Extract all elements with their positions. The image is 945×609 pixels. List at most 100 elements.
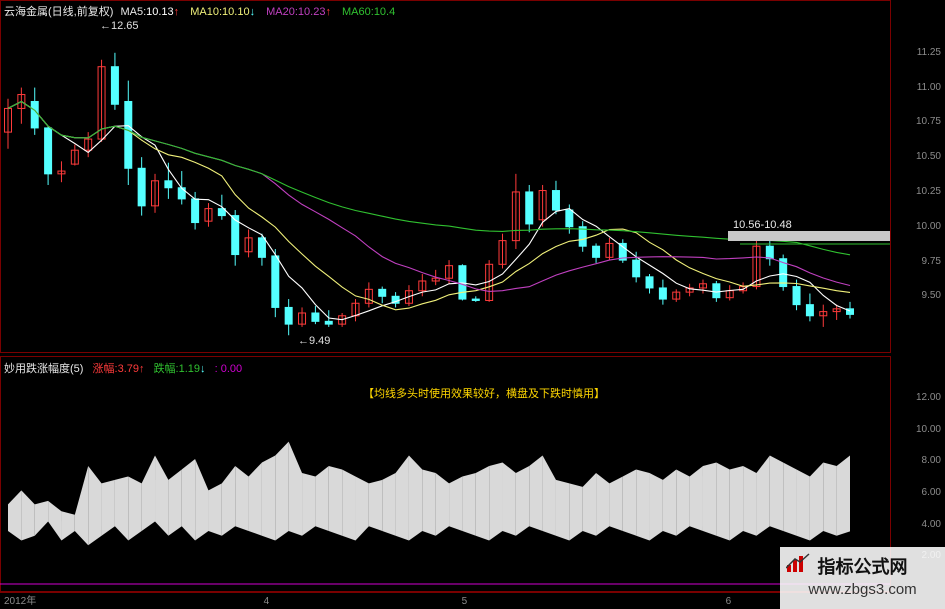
indicator-band [689, 465, 703, 531]
rise-value: 3.79 [117, 363, 139, 375]
iAxis-label: 10.00 [915, 423, 941, 435]
low-value: 9.49 [309, 335, 331, 347]
high-annotation: ←12.65 [100, 20, 139, 32]
indicator-band [662, 469, 677, 536]
indicator-band [422, 469, 436, 536]
indicator-band [235, 465, 249, 531]
indicator-band [502, 462, 516, 536]
indicator-band [836, 455, 850, 536]
indicator-band [796, 469, 810, 541]
low-annotation: ←9.49 [298, 335, 331, 347]
indicator-band [261, 455, 276, 541]
candle-body [805, 304, 814, 317]
candle-body [658, 287, 667, 300]
candle-body [471, 298, 480, 301]
indicator-band [342, 469, 356, 541]
candle-body [271, 255, 280, 308]
indicator-band [702, 462, 717, 536]
chart-header: 云海金属(日线,前复权) MA5:10.13↑ MA10:10.10↓ MA20… [4, 3, 395, 19]
indicator-band [328, 465, 343, 536]
date-axis-label: 6 [725, 596, 732, 607]
indicator-title: 妙用跌涨幅度(5) [4, 363, 84, 375]
indicator-band [555, 479, 570, 541]
ma10-arrow: ↓ [249, 6, 256, 18]
candle-body [44, 127, 53, 175]
ma5-label: MA5: [120, 6, 147, 18]
indicator-band [128, 476, 142, 541]
indicator-band [408, 455, 423, 541]
indicator-band [636, 469, 650, 541]
ma20-label: MA20: [266, 6, 298, 18]
indicator-band [783, 462, 797, 536]
range-highlight-bar [728, 231, 890, 241]
pAxis-label: 10.25 [915, 185, 941, 197]
indicator-band [622, 469, 637, 536]
indicator-band [769, 455, 784, 531]
candle-body [565, 209, 574, 228]
fall-label: 跌幅: [153, 363, 179, 375]
candle-body [792, 286, 801, 306]
indicator-band [368, 479, 383, 531]
indicator-band [515, 465, 530, 536]
stock-chart-canvas[interactable] [0, 0, 945, 609]
indicator-band [649, 472, 663, 541]
ma20-value: 10.23 [297, 6, 326, 18]
pAxis-label: 10.00 [915, 220, 941, 232]
high-value: 12.65 [111, 20, 139, 32]
candle-body [191, 198, 200, 224]
indicator-band [569, 483, 583, 541]
candle-body [110, 66, 119, 105]
ma10-label: MA10: [190, 6, 223, 18]
iAxis-label: 6.00 [921, 486, 941, 498]
candle-body [765, 245, 774, 260]
fall-arrow: ↓ [200, 363, 206, 375]
indicator-band [181, 459, 196, 541]
indicator-band [743, 465, 757, 536]
indicator-band [676, 469, 690, 536]
watermark: 指标公式网 www.zbgs3.com [780, 547, 945, 609]
indicator-band [449, 476, 463, 531]
ma60-label: MA60: [342, 6, 374, 18]
indicator-band [716, 462, 730, 541]
pAxis-label: 11.00 [916, 81, 941, 93]
candle-body [592, 245, 601, 258]
candle-body [324, 320, 333, 325]
indicator-band [729, 465, 744, 541]
ma60-value: 10.4 [373, 6, 396, 18]
indicator-note: 【均线多头时使用效果较好，横盘及下跌时慎用】 [363, 388, 605, 400]
candle-body [284, 306, 293, 325]
candle-body [257, 237, 266, 258]
indicator-band [315, 465, 329, 531]
candle-body [378, 288, 387, 297]
candle-body [632, 259, 641, 278]
third-value: : 0.00 [214, 363, 243, 375]
ma10-value: 10.10 [222, 6, 250, 18]
date-axis-label: 4 [263, 596, 270, 607]
indicator-band [489, 462, 503, 541]
candle-body [124, 100, 133, 169]
pAxis-label: 10.75 [915, 116, 941, 128]
pAxis-label: 11.25 [916, 46, 941, 58]
indicator-band [475, 465, 490, 541]
indicator-band [382, 472, 396, 536]
candle-body [525, 191, 534, 225]
indicator-band [435, 472, 450, 536]
range-annotation: 10.56-10.48 [733, 219, 792, 231]
date-axis-label: 2012年 [4, 596, 37, 607]
indicator-band [609, 476, 623, 531]
fall-value: 1.19 [178, 363, 201, 375]
watermark-title: 指标公式网 [817, 557, 908, 577]
candle-body [137, 167, 146, 207]
candle-body [645, 276, 654, 289]
candle-body [30, 100, 39, 129]
stock-title: 云海金属(日线,前复权) [4, 6, 114, 18]
ma20-arrow: ↑ [325, 6, 331, 18]
indicator-band [101, 479, 115, 536]
iAxis-label: 4.00 [921, 518, 941, 530]
date-axis-label: 5 [461, 596, 468, 607]
watermark-url: www.zbgs3.com [808, 581, 917, 598]
candle-body [164, 180, 173, 189]
indicator-band [302, 472, 316, 536]
pAxis-label: 9.75 [921, 255, 941, 267]
indicator-band [275, 441, 289, 541]
